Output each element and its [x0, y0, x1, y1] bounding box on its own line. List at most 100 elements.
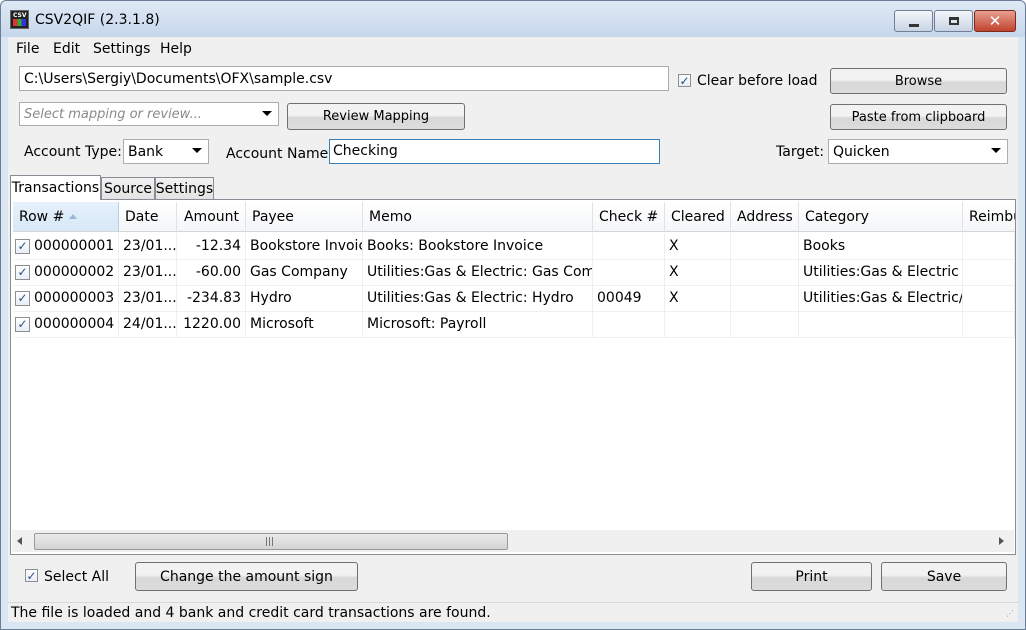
payee-cell: Hydro [246, 285, 363, 311]
column-header-reimbursable[interactable]: Reimbu [963, 202, 1015, 232]
status-bar: The file is loaded and 4 bank and credit… [8, 602, 1018, 622]
cleared-cell [665, 311, 731, 337]
resize-grip-icon[interactable]: ⋰ [1006, 609, 1014, 618]
checkmark-icon: ✓ [17, 317, 28, 331]
print-button[interactable]: Print [751, 562, 872, 591]
maximize-icon [948, 17, 959, 25]
date-cell: 23/01... [119, 233, 177, 259]
column-header-check[interactable]: Check # [593, 202, 665, 232]
chevron-down-icon [192, 148, 202, 153]
file-path-text: C:\Users\Sergiy\Documents\OFX\sample.csv [24, 71, 333, 87]
amount-cell: -60.00 [177, 259, 246, 285]
clear-before-load-checkbox[interactable]: ✓ [678, 74, 691, 87]
table-row[interactable]: ✓ 000000004 24/01... 1220.00 Microsoft Mi… [13, 311, 1015, 338]
clear-before-load-label: Clear before load [697, 73, 818, 89]
memo-cell: Utilities:Gas & Electric: Gas Company [363, 259, 593, 285]
reimbursable-cell [963, 233, 1015, 259]
window-title: CSV2QIF (2.3.1.8) [35, 12, 160, 28]
menu-settings[interactable]: Settings [93, 41, 150, 57]
address-cell [731, 233, 799, 259]
transactions-grid[interactable]: Row # Date Amount Payee Memo Check # Cle… [10, 199, 1016, 555]
checkmark-icon: ✓ [17, 265, 28, 279]
category-cell [799, 311, 963, 337]
cleared-cell: X [665, 233, 731, 259]
table-row[interactable]: ✓ 000000001 23/01... -12.34 Bookstore Inv… [13, 233, 1015, 260]
csv2qif-app-icon[interactable]: CSV [10, 10, 29, 29]
column-header-row[interactable]: Row # [13, 202, 119, 232]
check-cell [593, 259, 665, 285]
account-type-select[interactable]: Bank [123, 139, 209, 164]
target-value: Quicken [833, 144, 890, 160]
account-name-input[interactable]: Checking [329, 139, 660, 164]
row-checkbox[interactable]: ✓ [15, 238, 30, 254]
account-name-value: Checking [333, 143, 398, 159]
column-header-address[interactable]: Address [731, 202, 799, 232]
account-type-value: Bank [128, 144, 164, 160]
row-checkbox[interactable]: ✓ [15, 290, 30, 306]
save-button[interactable]: Save [881, 562, 1007, 591]
select-all-checkbox[interactable]: ✓ [25, 569, 38, 582]
target-select[interactable]: Quicken [828, 139, 1008, 164]
row-number-cell: ✓ 000000003 [13, 285, 119, 311]
close-button[interactable]: ✕ [974, 10, 1016, 32]
row-checkbox[interactable]: ✓ [15, 264, 30, 280]
column-header-cleared[interactable]: Cleared [665, 202, 731, 232]
row-number-cell: ✓ 000000002 [13, 259, 119, 285]
category-cell: Utilities:Gas & Electric/tag [799, 285, 963, 311]
grip-icon: ||| [265, 537, 275, 547]
browse-button[interactable]: Browse [830, 68, 1007, 94]
scroll-left-icon[interactable] [17, 537, 22, 545]
maximize-button[interactable] [934, 10, 973, 32]
select-all-label: Select All [44, 569, 109, 585]
tab-source[interactable]: Source [101, 177, 155, 199]
menu-help[interactable]: Help [160, 41, 192, 57]
check-cell [593, 233, 665, 259]
tab-settings[interactable]: Settings [155, 177, 214, 199]
file-path-input[interactable]: C:\Users\Sergiy\Documents\OFX\sample.csv [19, 66, 669, 91]
amount-cell: -12.34 [177, 233, 246, 259]
date-cell: 24/01... [119, 311, 177, 337]
table-row[interactable]: ✓ 000000002 23/01... -60.00 Gas Company U… [13, 259, 1015, 286]
sort-ascending-icon [69, 214, 78, 219]
reimbursable-cell [963, 259, 1015, 285]
cleared-cell: X [665, 259, 731, 285]
category-cell: Books [799, 233, 963, 259]
column-header-category[interactable]: Category [799, 202, 963, 232]
address-cell [731, 311, 799, 337]
change-amount-sign-button[interactable]: Change the amount sign [135, 562, 358, 591]
minimize-button[interactable] [894, 10, 933, 32]
table-row[interactable]: ✓ 000000003 23/01... -234.83 Hydro Utilit… [13, 285, 1015, 312]
scrollbar-thumb[interactable]: ||| [34, 533, 508, 550]
row-checkbox[interactable]: ✓ [15, 316, 30, 332]
status-text: The file is loaded and 4 bank and credit… [11, 605, 491, 621]
reimbursable-cell [963, 311, 1015, 337]
tab-transactions[interactable]: Transactions [10, 175, 101, 200]
menu-file[interactable]: File [16, 41, 39, 57]
review-mapping-button[interactable]: Review Mapping [287, 103, 465, 130]
payee-cell: Bookstore Invoice [246, 233, 363, 259]
paste-from-clipboard-button[interactable]: Paste from clipboard [830, 104, 1007, 130]
minimize-icon [908, 23, 919, 27]
check-cell [593, 311, 665, 337]
reimbursable-cell [963, 285, 1015, 311]
row-number: 000000001 [34, 238, 115, 254]
column-header-date[interactable]: Date [119, 202, 177, 232]
row-number: 000000003 [34, 290, 115, 306]
row-number-cell: ✓ 000000004 [13, 311, 119, 337]
menu-edit[interactable]: Edit [53, 41, 80, 57]
cleared-cell: X [665, 285, 731, 311]
mapping-select[interactable]: Select mapping or review... [19, 102, 279, 126]
scroll-right-icon[interactable] [999, 537, 1004, 545]
checkmark-icon: ✓ [679, 73, 690, 88]
column-header-label: Row # [19, 208, 65, 225]
memo-cell: Utilities:Gas & Electric: Hydro [363, 285, 593, 311]
column-header-memo[interactable]: Memo [363, 202, 593, 232]
close-icon: ✕ [988, 11, 1002, 30]
date-cell: 23/01... [119, 259, 177, 285]
chevron-down-icon [262, 111, 272, 116]
date-cell: 23/01... [119, 285, 177, 311]
column-header-payee[interactable]: Payee [246, 202, 363, 232]
column-header-amount[interactable]: Amount [177, 202, 246, 232]
account-type-label: Account Type: [24, 144, 122, 160]
payee-cell: Gas Company [246, 259, 363, 285]
